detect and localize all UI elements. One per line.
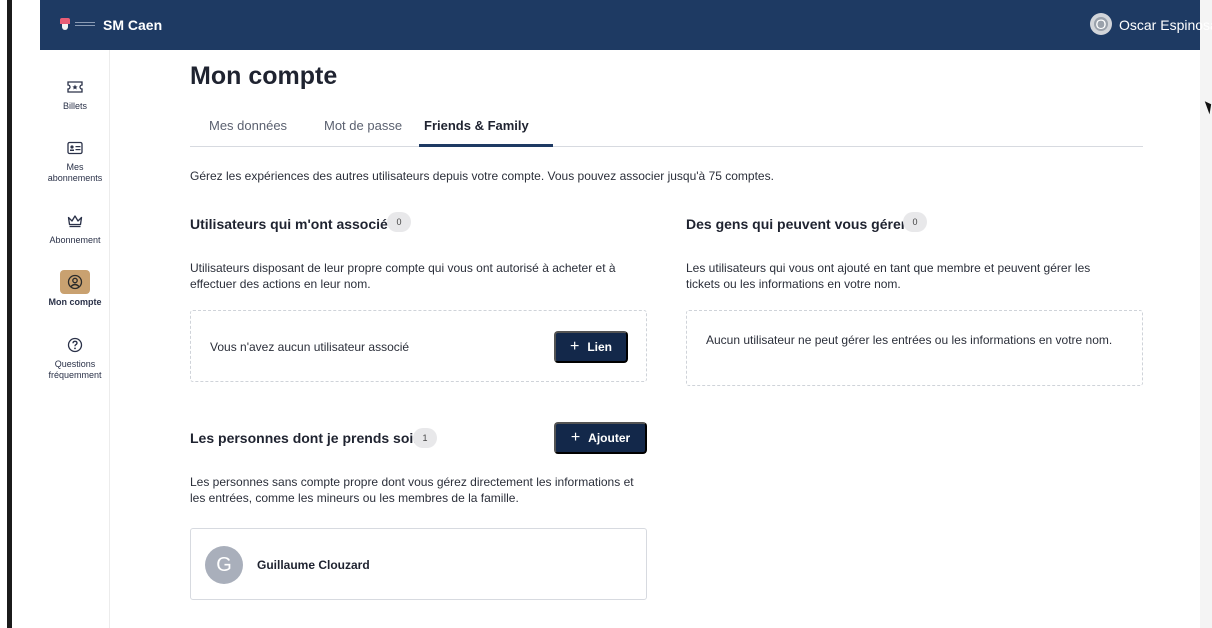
- care-title: Les personnes dont je prends soin: [190, 430, 422, 446]
- link-user-button[interactable]: + Lien: [554, 331, 628, 363]
- plus-icon: +: [569, 338, 580, 355]
- managers-title: Des gens qui peuvent vous gérer: [686, 216, 907, 232]
- plus-icon: +: [570, 429, 581, 446]
- managers-description: Les utilisateurs qui vous ont ajouté en …: [686, 261, 1091, 291]
- sidebar-item-questions[interactable]: Questions fréquemment: [40, 334, 110, 381]
- sidebar-item-label: Mon compte: [48, 297, 102, 307]
- brand-name[interactable]: SM Caen: [103, 17, 162, 33]
- user-menu-name[interactable]: Oscar Espinosa: [1119, 17, 1212, 33]
- window-right-edge: [1200, 0, 1212, 628]
- managers-count: 0: [903, 212, 927, 232]
- sidebar-item-label: Questions fréquemment: [48, 359, 102, 380]
- sidebar-item-label: Billets: [62, 101, 87, 111]
- sidebar-item-abonnement[interactable]: Abonnement: [40, 210, 110, 246]
- account-tabs: Mes données Mot de passe Friends & Famil…: [190, 118, 1143, 147]
- sidebar: Billets Mes abonnements Abonnement Mon c…: [40, 50, 110, 628]
- sidebar-item-billets[interactable]: Billets: [40, 76, 110, 112]
- user-circle-icon: [60, 270, 90, 294]
- window-left-edge: [0, 0, 40, 628]
- associated-users-description: Utilisateurs disposant de leur propre co…: [190, 261, 616, 291]
- person-avatar: G: [205, 546, 243, 584]
- tab-mes-donnees[interactable]: Mes données: [209, 118, 287, 147]
- tab-friends-family[interactable]: Friends & Family: [419, 118, 553, 147]
- person-card[interactable]: G Guillaume Clouzard: [190, 528, 647, 600]
- managers-empty-text: Aucun utilisateur ne peut gérer les entr…: [706, 333, 1113, 347]
- brand-wordmark-icon: [75, 22, 95, 26]
- id-card-icon: [62, 137, 88, 159]
- sidebar-item-label: Abonnement: [49, 235, 101, 245]
- ticket-icon: [62, 76, 88, 98]
- sidebar-item-mon-compte[interactable]: Mon compte: [40, 270, 110, 308]
- button-label: Lien: [587, 340, 612, 354]
- sidebar-item-mes-abonnements[interactable]: Mes abonnements: [40, 137, 110, 184]
- associated-users-title: Utilisateurs qui m'ont associé: [190, 216, 388, 232]
- tab-mot-de-passe[interactable]: Mot de passe: [324, 118, 402, 147]
- intro-text: Gérez les expériences des autres utilisa…: [190, 169, 774, 183]
- page-title: Mon compte: [190, 62, 338, 90]
- sidebar-item-label: Mes abonnements: [47, 162, 103, 183]
- associated-users-empty-text: Vous n'avez aucun utilisateur associé: [210, 340, 410, 354]
- person-name: Guillaume Clouzard: [257, 558, 370, 572]
- button-label: Ajouter: [588, 431, 631, 445]
- care-description: Les personnes sans compte propre dont vo…: [190, 475, 634, 505]
- club-crest-icon[interactable]: [60, 18, 70, 30]
- user-avatar[interactable]: O: [1090, 13, 1112, 35]
- associated-users-count: 0: [387, 212, 411, 232]
- add-person-button[interactable]: + Ajouter: [554, 422, 647, 454]
- question-circle-icon: [62, 334, 88, 356]
- top-navbar: SM Caen O Oscar Espinosa: [40, 0, 1212, 50]
- crown-icon: [62, 210, 88, 232]
- window-border: [7, 0, 12, 628]
- care-count: 1: [413, 428, 437, 448]
